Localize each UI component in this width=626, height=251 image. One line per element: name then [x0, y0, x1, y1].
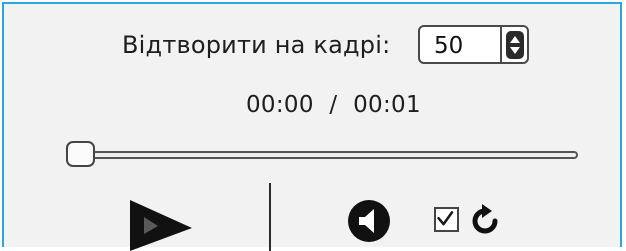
current-time: 00:00: [246, 92, 314, 118]
speaker-icon[interactable]: [348, 200, 390, 242]
loop-icon[interactable]: [468, 203, 502, 237]
play-at-frame-label: Відтворити на кадрі:: [122, 31, 391, 59]
total-time: 00:01: [353, 92, 421, 118]
frame-number-value[interactable]: 50: [434, 33, 463, 59]
timecode-display: 00:00 / 00:01: [246, 92, 421, 118]
play-icon[interactable]: [130, 196, 192, 251]
controls-separator: [269, 183, 271, 251]
increment-arrow-icon[interactable]: [510, 36, 520, 43]
frame-number-stepper[interactable]: 50: [418, 25, 529, 64]
stepper-arrows-icon[interactable]: [506, 31, 524, 59]
seek-slider-track[interactable]: [76, 151, 578, 159]
loop-checkbox[interactable]: [434, 207, 459, 232]
decrement-arrow-icon[interactable]: [510, 47, 520, 54]
stepper-divider: [500, 27, 502, 62]
time-separator: /: [329, 92, 338, 118]
checkmark-icon: [437, 211, 454, 226]
seek-slider-knob[interactable]: [66, 141, 95, 167]
video-player-panel: Відтворити на кадрі: 50 00:00 / 00:01: [2, 2, 622, 251]
